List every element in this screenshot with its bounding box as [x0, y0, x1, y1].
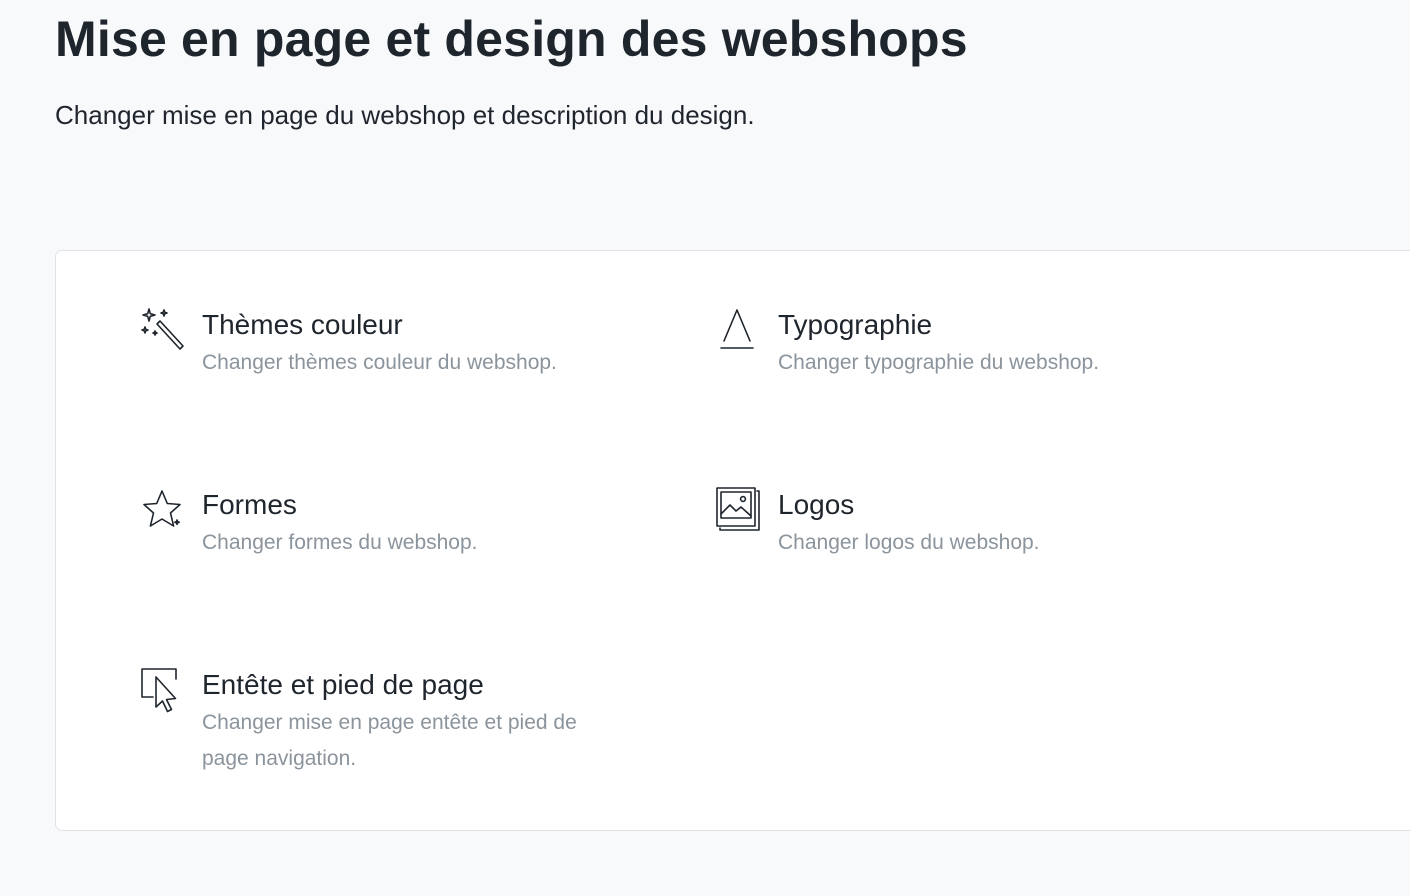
- magic-wand-icon: [140, 307, 186, 353]
- design-options-panel: Thèmes couleur Changer thèmes couleur du…: [55, 250, 1410, 831]
- page-subtitle: Changer mise en page du webshop et descr…: [55, 100, 755, 130]
- option-description: Changer formes du webshop.: [202, 531, 478, 554]
- star-icon: [140, 487, 186, 533]
- option-description: Changer typographie du webshop.: [778, 351, 1100, 374]
- typography-icon: [716, 307, 762, 353]
- option-title: Entête et pied de page: [202, 669, 484, 700]
- option-title: Thèmes couleur: [202, 309, 403, 340]
- option-description: Changer logos du webshop.: [778, 531, 1040, 554]
- option-title: Logos: [778, 489, 855, 520]
- option-title: Typographie: [778, 309, 933, 340]
- page-title: Mise en page et design des webshops: [55, 11, 968, 67]
- option-description: Changer thèmes couleur du webshop.: [202, 351, 557, 374]
- option-title: Formes: [202, 489, 297, 520]
- image-stack-icon: [716, 487, 762, 533]
- cursor-frame-icon: [140, 667, 186, 713]
- option-description: Changer mise en page entête et pied de p…: [202, 711, 577, 770]
